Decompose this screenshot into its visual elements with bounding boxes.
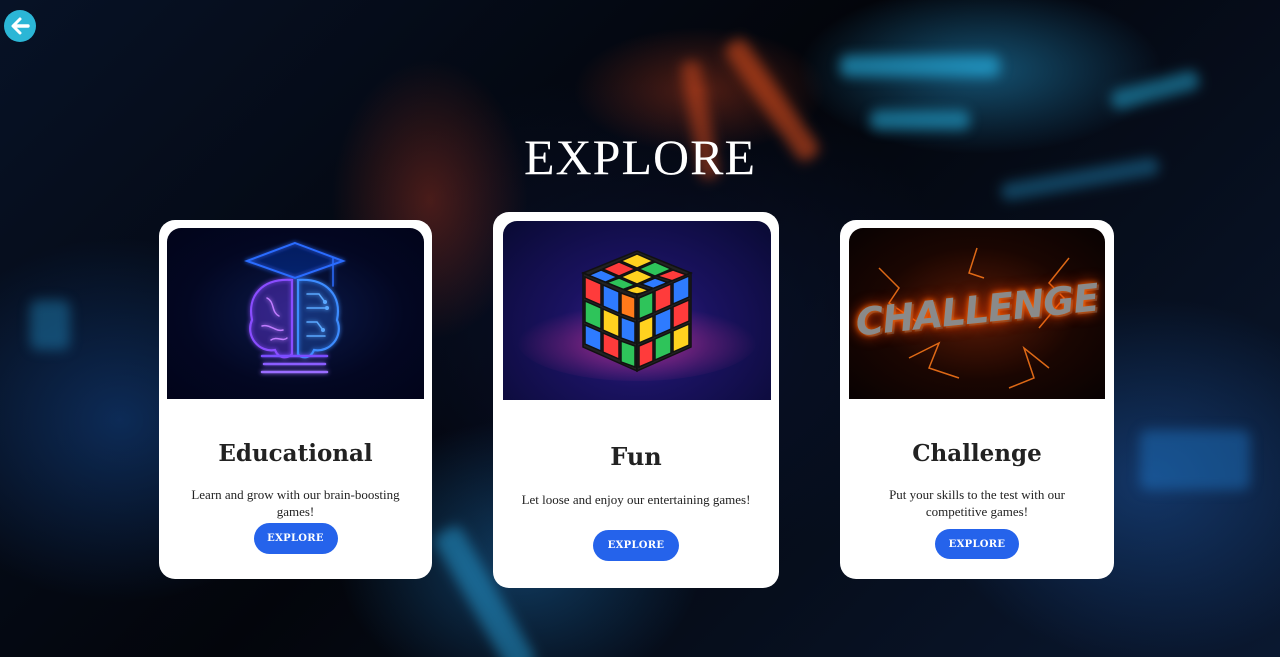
card-educational: Educational Learn and grow with our brai… [159, 220, 432, 579]
card-title: Fun [610, 442, 662, 471]
brain-graduation-cap-icon [244, 241, 346, 374]
back-button[interactable] [4, 10, 36, 42]
card-challenge: CHALLENGE Challenge Put your skills to t… [840, 220, 1114, 579]
rubiks-cube-icon [517, 250, 757, 381]
explore-challenge-button[interactable]: EXPLORE [935, 529, 1019, 559]
explore-fun-button[interactable]: EXPLORE [593, 530, 679, 561]
card-title: Challenge [912, 440, 1042, 467]
card-title: Educational [218, 440, 373, 467]
page-title: EXPLORE [524, 129, 756, 185]
fun-image [503, 221, 771, 400]
explore-educational-button[interactable]: EXPLORE [253, 523, 338, 554]
arrow-left-icon [11, 17, 30, 35]
card-description: Learn and grow with our brain-boosting g… [191, 487, 400, 519]
card-description: Let loose and enjoy our entertaining gam… [521, 492, 751, 507]
educational-image [167, 228, 424, 399]
challenge-image: CHALLENGE [849, 228, 1105, 399]
card-description: Put your skills to the test with our com… [889, 487, 1065, 519]
card-fun: Fun Let loose and enjoy our entertaining… [493, 212, 779, 588]
